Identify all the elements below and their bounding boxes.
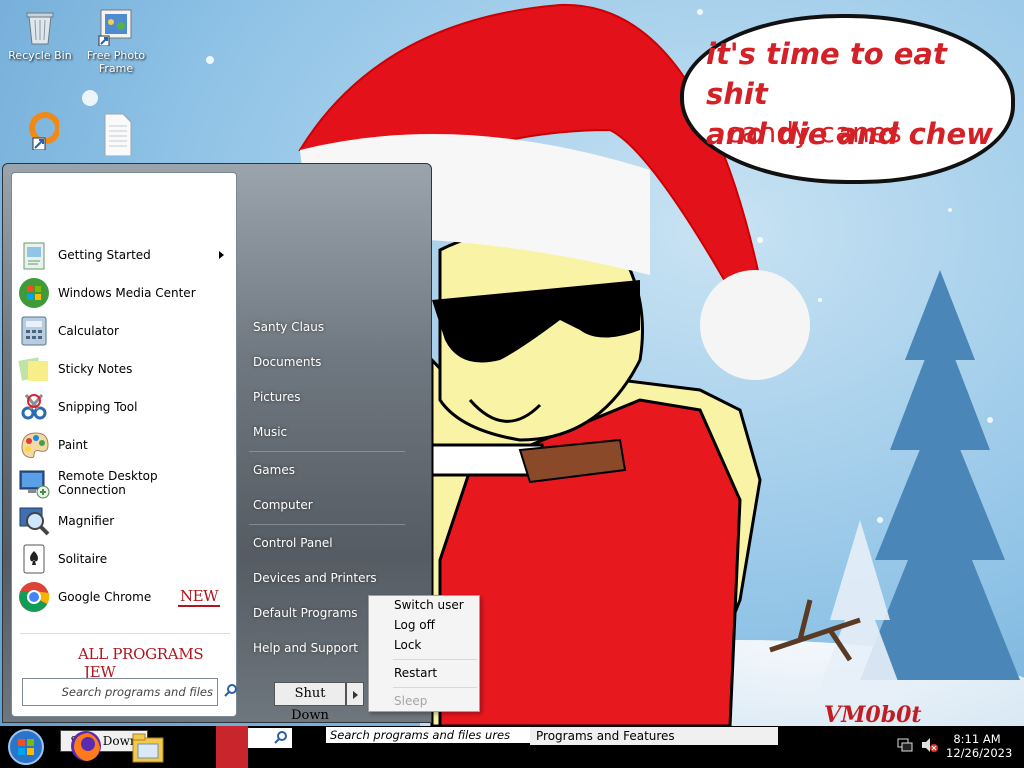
paint-icon xyxy=(18,429,50,461)
artist-signature: VM0b0t xyxy=(824,702,922,728)
recycle-bin-icon xyxy=(21,8,59,46)
menu-separator xyxy=(393,687,477,688)
taskbar-search-icon[interactable] xyxy=(274,731,288,748)
taskbar-programs-features[interactable]: Programs and Features xyxy=(530,727,778,745)
right-separator xyxy=(249,524,405,525)
program-label: Paint xyxy=(58,438,88,452)
clock-date: 12/26/2023 xyxy=(946,746,1013,760)
program-magnifier[interactable]: Magnifier xyxy=(18,503,228,539)
program-solitaire[interactable]: Solitaire xyxy=(18,541,228,577)
start-right-games[interactable]: Games xyxy=(253,463,295,477)
start-right-computer[interactable]: Computer xyxy=(253,498,313,512)
program-windows-media-center[interactable]: Windows Media Center xyxy=(18,275,228,311)
shutdown-button[interactable]: Shut Down xyxy=(274,682,346,723)
desktop-icon-label: Free Photo Frame xyxy=(86,49,146,75)
start-right-help-support[interactable]: Help and Support xyxy=(253,641,358,655)
clock-time: 8:11 AM xyxy=(953,732,1001,746)
media-center-icon xyxy=(18,277,50,309)
program-label: Magnifier xyxy=(58,514,115,528)
program-remote-desktop[interactable]: Remote Desktop Connection xyxy=(18,465,228,501)
solitaire-icon xyxy=(18,543,50,575)
new-badge: NEW xyxy=(178,587,220,607)
menu-lock[interactable]: Lock xyxy=(394,638,421,652)
all-programs-label: ALL PROGRAMS xyxy=(78,645,204,663)
sticky-notes-icon xyxy=(18,353,50,385)
program-paint[interactable]: Paint xyxy=(18,427,228,463)
program-sticky-notes[interactable]: Sticky Notes xyxy=(18,351,228,387)
right-separator xyxy=(249,451,405,452)
desktop-icon-recycle-bin[interactable]: Recycle Bin xyxy=(0,8,80,62)
search-icon[interactable] xyxy=(224,684,238,698)
getting-started-icon xyxy=(18,239,50,271)
program-label: Sticky Notes xyxy=(58,362,133,376)
start-right-default-programs[interactable]: Default Programs xyxy=(253,606,358,620)
menu-sleep: Sleep xyxy=(394,694,428,708)
volume-muted-icon[interactable] xyxy=(920,737,938,756)
programs-separator xyxy=(20,633,230,634)
calculator-icon xyxy=(18,315,50,347)
program-label: Windows Media Center xyxy=(58,286,196,300)
chrome-icon xyxy=(18,581,50,613)
taskbar-clock[interactable]: 8:11 AM 12/26/2023 xyxy=(946,732,1013,760)
desktop-icon-text-document[interactable] xyxy=(76,112,156,157)
menu-log-off[interactable]: Log off xyxy=(394,618,435,632)
desktop-icon-ring-shortcut[interactable] xyxy=(0,110,80,151)
menu-restart[interactable]: Restart xyxy=(394,666,437,680)
program-label: Remote Desktop Connection xyxy=(58,469,158,497)
speech-line-3: candy canes xyxy=(726,116,902,149)
program-label: Solitaire xyxy=(58,552,108,566)
remote-desktop-icon xyxy=(18,467,50,499)
start-right-pictures[interactable]: Pictures xyxy=(253,390,301,404)
menu-separator xyxy=(393,659,477,660)
program-label: Getting Started xyxy=(58,248,151,262)
program-snipping-tool[interactable]: Snipping Tool xyxy=(18,389,228,425)
start-right-devices-printers[interactable]: Devices and Printers xyxy=(253,571,377,585)
speech-line-1: it's time to eat shit xyxy=(706,37,947,111)
submenu-arrow-icon xyxy=(219,251,224,259)
network-icon[interactable] xyxy=(896,737,914,756)
file-explorer-icon[interactable] xyxy=(130,730,166,767)
desktop-icon-label: Recycle Bin xyxy=(8,49,72,62)
program-google-chrome[interactable]: Google Chrome NEW xyxy=(18,579,228,615)
shutdown-options-arrow[interactable] xyxy=(346,682,364,706)
program-getting-started[interactable]: Getting Started xyxy=(18,237,228,273)
taskbar-red-block xyxy=(216,726,248,768)
search-placeholder: Search programs and files xyxy=(61,685,213,699)
start-button[interactable] xyxy=(4,726,48,768)
menu-switch-user[interactable]: Switch user xyxy=(394,598,464,612)
program-label: Snipping Tool xyxy=(58,400,138,414)
start-right-documents[interactable]: Documents xyxy=(253,355,321,369)
shutdown-options-menu: Switch user Log off Lock Restart Sleep xyxy=(368,595,480,712)
start-menu-programs-pane: Getting Started Windows Media Center Cal… xyxy=(11,172,237,717)
firefox-icon[interactable] xyxy=(68,728,104,767)
document-icon xyxy=(97,112,135,157)
desktop-icon-free-photo-frame[interactable]: Free Photo Frame xyxy=(76,8,156,75)
start-search-input[interactable]: Search programs and files xyxy=(22,678,218,706)
start-right-control-panel[interactable]: Control Panel xyxy=(253,536,333,550)
all-programs-button[interactable]: ALL PROGRAMS JEW xyxy=(78,645,236,683)
magnifier-icon xyxy=(18,505,50,537)
start-right-santy-claus[interactable]: Santy Claus xyxy=(253,320,324,334)
taskbar-search-field[interactable]: Search programs and files ures xyxy=(326,727,538,743)
program-label: Calculator xyxy=(58,324,119,338)
orange-ring-icon xyxy=(21,110,61,151)
start-right-music[interactable]: Music xyxy=(253,425,287,439)
photo-frame-icon xyxy=(97,8,135,47)
program-calculator[interactable]: Calculator xyxy=(18,313,228,349)
snipping-tool-icon xyxy=(18,391,50,423)
program-label: Google Chrome xyxy=(58,590,152,604)
windows-logo-icon xyxy=(8,729,44,765)
